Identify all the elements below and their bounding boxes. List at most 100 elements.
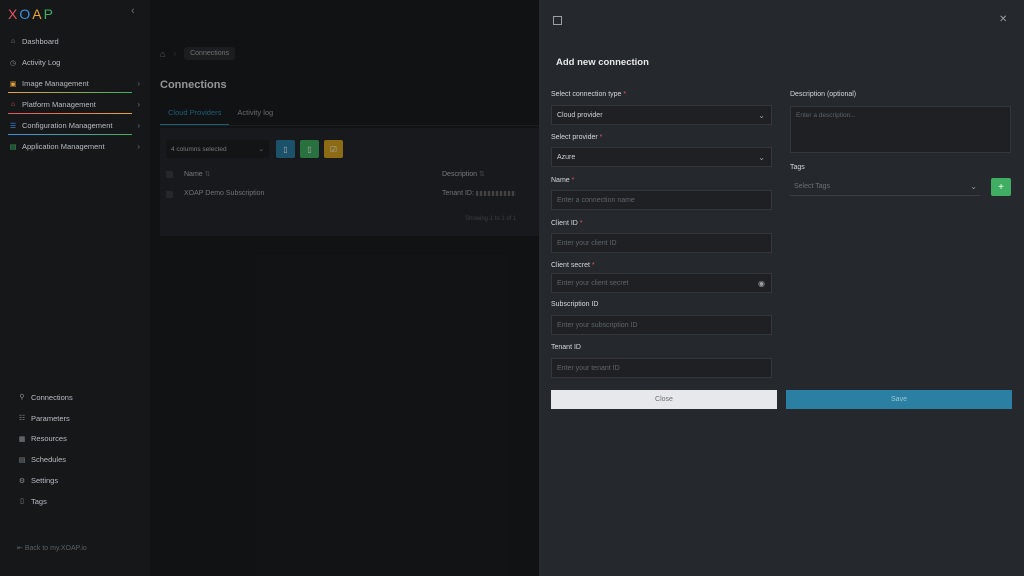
sidebar-item-label: Configuration Management	[22, 121, 113, 130]
placeholder-text: Enter your client secret	[557, 279, 629, 287]
placeholder-text: Enter a connection name	[557, 196, 635, 204]
expand-icon[interactable]	[553, 16, 562, 25]
label-text: Tags	[790, 164, 805, 171]
accent-underline	[8, 92, 132, 93]
sidebar-item-image-management[interactable]: ▣ Image Management ›	[0, 73, 150, 94]
app-icon: ▤	[9, 143, 17, 151]
tenant-id-input[interactable]: Enter your tenant ID	[551, 358, 772, 378]
sidebar-item-label: Connections	[31, 392, 73, 402]
chevron-right-icon: ›	[137, 79, 140, 88]
label-text: Name	[551, 177, 570, 184]
required-marker: *	[579, 220, 583, 227]
sidebar-item-settings[interactable]: ⚙ Settings	[0, 470, 150, 491]
chevron-right-icon: ›	[137, 121, 140, 130]
platform-icon: ⌂	[10, 101, 16, 108]
sidebar-item-configuration-management[interactable]: ☰ Configuration Management ›	[0, 115, 150, 136]
required-marker: *	[571, 177, 575, 184]
connection-type-label: Select connection type *	[551, 91, 626, 98]
connection-type-select[interactable]: Cloud provider ⌄	[551, 105, 772, 125]
sidebar-item-label: Activity Log	[22, 58, 61, 67]
tag-icon: ▯	[20, 498, 24, 506]
back-to-portal-link[interactable]: ⇤ Back to my.XOAP.io	[17, 544, 87, 552]
image-icon: ▣	[9, 80, 17, 88]
sidebar-item-connections[interactable]: ⚲ Connections	[0, 387, 150, 408]
label-text: Select provider	[551, 134, 598, 141]
sidebar-item-parameters[interactable]: ☷ Parameters	[0, 408, 150, 429]
tags-label: Tags	[790, 164, 805, 171]
sidebar-item-schedules[interactable]: ▤ Schedules	[0, 449, 150, 470]
modal-backdrop[interactable]	[150, 0, 539, 576]
subscription-id-label: Subscription ID	[551, 301, 598, 308]
sidebar-item-label: Settings	[31, 476, 59, 486]
label-text: Tenant ID	[551, 344, 581, 351]
calendar-icon: ▤	[18, 456, 26, 464]
collapse-sidebar-icon[interactable]: ‹	[131, 5, 135, 17]
gear-icon: ⚙	[18, 477, 26, 485]
config-icon: ☰	[9, 122, 17, 130]
client-secret-input[interactable]: Enter your client secret ◉	[551, 273, 772, 293]
sidebar-item-label: Parameters	[31, 413, 70, 423]
chevron-down-icon: ⌄	[970, 182, 977, 191]
tenant-id-label: Tenant ID	[551, 344, 581, 351]
client-secret-label: Client secret *	[551, 262, 595, 269]
provider-select[interactable]: Azure ⌄	[551, 147, 772, 167]
sidebar-item-label: Platform Management	[22, 100, 96, 109]
chevron-right-icon: ›	[137, 100, 140, 109]
sidebar-item-label: Resources	[31, 434, 67, 444]
close-icon[interactable]: ✕	[999, 14, 1007, 25]
required-marker: *	[623, 91, 627, 98]
chevron-right-icon: ›	[137, 142, 140, 151]
modal-title: Add new connection	[556, 57, 649, 68]
sidebar-item-label: Tags	[31, 496, 47, 506]
add-connection-panel: ✕ Add new connection Select connection t…	[539, 0, 1024, 576]
clock-icon: ◷	[9, 59, 17, 67]
sidebar-item-resources[interactable]: ▦ Resources	[0, 429, 150, 450]
select-value: Cloud provider	[557, 111, 603, 119]
client-id-label: Client ID *	[551, 220, 583, 227]
sidebar-item-platform-management[interactable]: ⌂ Platform Management ›	[0, 94, 150, 115]
home-icon: ⌂	[10, 38, 16, 45]
main-nav: ⌂ Dashboard ◷ Activity Log ▣ Image Manag…	[0, 31, 150, 157]
resources-icon: ▦	[18, 435, 26, 443]
eye-icon[interactable]: ◉	[758, 279, 765, 288]
list-icon: ☷	[18, 415, 26, 423]
client-id-input[interactable]: Enter your client ID	[551, 233, 772, 253]
placeholder-text: Enter a description...	[796, 112, 856, 119]
label-text: Client ID	[551, 220, 578, 227]
accent-underline	[8, 134, 132, 135]
sidebar-item-label: Schedules	[31, 455, 67, 465]
back-link-label: Back to my.XOAP.io	[24, 545, 87, 552]
plus-icon: +	[998, 181, 1004, 193]
sidebar-item-tags[interactable]: ▯ Tags	[0, 491, 150, 512]
placeholder-text: Select Tags	[794, 183, 831, 190]
label-text: Select connection type	[551, 91, 622, 98]
placeholder-text: Enter your subscription ID	[557, 321, 638, 329]
sidebar-item-label: Application Management	[22, 142, 105, 151]
required-marker: *	[599, 134, 603, 141]
label-text: Subscription ID	[551, 301, 599, 308]
sidebar-item-application-management[interactable]: ▤ Application Management ›	[0, 136, 150, 157]
label-text: Description (optional)	[790, 91, 857, 98]
select-value: Azure	[557, 153, 576, 161]
sidebar-item-activity-log[interactable]: ◷ Activity Log	[0, 52, 150, 73]
link-icon: ⚲	[19, 394, 25, 402]
subscription-id-input[interactable]: Enter your subscription ID	[551, 315, 772, 335]
xoap-logo[interactable]: XOAP	[8, 6, 55, 22]
sidebar: XOAP ‹ ⌂ Dashboard ◷ Activity Log ▣ Imag…	[0, 0, 150, 576]
sidebar-item-label: Image Management	[22, 79, 89, 88]
description-label: Description (optional)	[790, 91, 856, 98]
close-button[interactable]: Close	[551, 390, 777, 409]
back-icon: ⇤	[17, 545, 23, 552]
chevron-down-icon: ⌄	[758, 152, 765, 162]
accent-underline	[8, 113, 132, 114]
sidebar-item-dashboard[interactable]: ⌂ Dashboard	[0, 31, 150, 52]
tags-select[interactable]: Select Tags ⌄	[790, 178, 980, 196]
label-text: Client secret	[551, 262, 590, 269]
description-textarea[interactable]: Enter a description...	[790, 106, 1011, 153]
name-input[interactable]: Enter a connection name	[551, 190, 772, 210]
placeholder-text: Enter your tenant ID	[557, 364, 620, 372]
add-tag-button[interactable]: +	[991, 178, 1011, 196]
save-button[interactable]: Save	[786, 390, 1012, 409]
chevron-down-icon: ⌄	[758, 110, 765, 120]
placeholder-text: Enter your client ID	[557, 239, 617, 247]
